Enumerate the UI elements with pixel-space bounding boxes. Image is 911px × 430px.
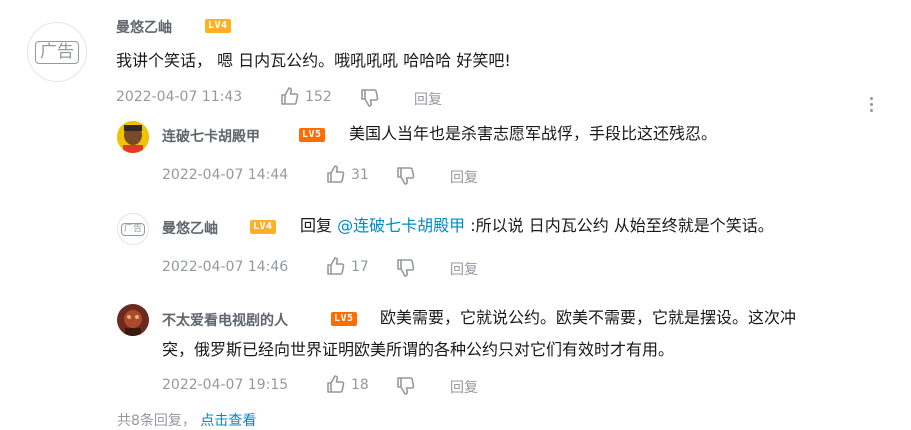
reply-reply-button[interactable]: 回复: [450, 377, 478, 397]
dislike-icon[interactable]: [396, 166, 416, 186]
reply-text: 美国人当年也是杀害志愿军战俘，手段比这还残忍。: [349, 124, 718, 143]
reply-like-count: 31: [351, 167, 369, 183]
reply-level-badge: LV4: [250, 220, 276, 234]
reply-date: 2022-04-07 14:46: [162, 259, 289, 275]
dislike-icon[interactable]: [396, 258, 416, 278]
like-icon[interactable]: [280, 86, 300, 106]
main-comment-date: 2022-04-07 11:43: [116, 89, 243, 105]
reply-count-text: 共8条回复，: [117, 413, 196, 429]
main-reply-button[interactable]: 回复: [414, 89, 442, 109]
reply-level-badge: LV5: [299, 128, 325, 142]
main-comment-text: 我讲个笑话， 嗯 日内瓦公约。哦吼吼吼 哈哈哈 好笑吧!: [116, 51, 511, 70]
ad-avatar-label: 广告: [120, 222, 145, 236]
reply-username[interactable]: 曼悠乙岫: [162, 218, 218, 238]
reply-avatar[interactable]: 广告: [117, 213, 149, 245]
main-like-count: 152: [305, 89, 332, 105]
mention-link[interactable]: @连破七卡胡殿甲: [337, 216, 465, 235]
reply-avatar[interactable]: [117, 121, 149, 153]
reply-text-line-1: 欧美需要，它就说公约。欧美不需要，它就是摆设。这次冲: [380, 308, 797, 327]
reply-like-count: 18: [351, 377, 369, 393]
reply-avatar[interactable]: [117, 304, 149, 336]
like-icon[interactable]: [326, 256, 346, 276]
main-username[interactable]: 曼悠乙岫: [116, 17, 172, 37]
like-icon[interactable]: [326, 374, 346, 394]
reply-count-footer: 共8条回复， 点击查看: [117, 410, 256, 430]
reply-text-line-2: 突，俄罗斯已经向世界证明欧美所谓的各种公约只对它们有效时才有用。: [162, 340, 675, 359]
main-level-badge: LV4: [205, 19, 231, 33]
main-avatar[interactable]: 广告: [27, 22, 87, 82]
reply-date: 2022-04-07 14:44: [162, 167, 289, 183]
reply-username[interactable]: 连破七卡胡殿甲: [162, 126, 260, 146]
reply-like-count: 17: [351, 259, 369, 275]
dislike-icon[interactable]: [360, 88, 380, 108]
ad-avatar-label: 广告: [35, 40, 79, 64]
reply-reply-button[interactable]: 回复: [450, 167, 478, 187]
reply-prefix: 回复: [300, 216, 333, 235]
view-more-link[interactable]: 点击查看: [200, 413, 256, 429]
reply-username[interactable]: 不太爱看电视剧的人: [162, 310, 288, 330]
more-options-icon[interactable]: [870, 94, 873, 115]
reply-level-badge: LV5: [331, 312, 357, 326]
dislike-icon[interactable]: [396, 376, 416, 396]
reply-reply-button[interactable]: 回复: [450, 259, 478, 279]
reply-date: 2022-04-07 19:15: [162, 377, 289, 393]
reply-body: :所以说 日内瓦公约 从始至终就是个笑话。: [470, 216, 774, 235]
reply-text: 回复 @连破七卡胡殿甲 :所以说 日内瓦公约 从始至终就是个笑话。: [300, 212, 774, 240]
like-icon[interactable]: [326, 164, 346, 184]
